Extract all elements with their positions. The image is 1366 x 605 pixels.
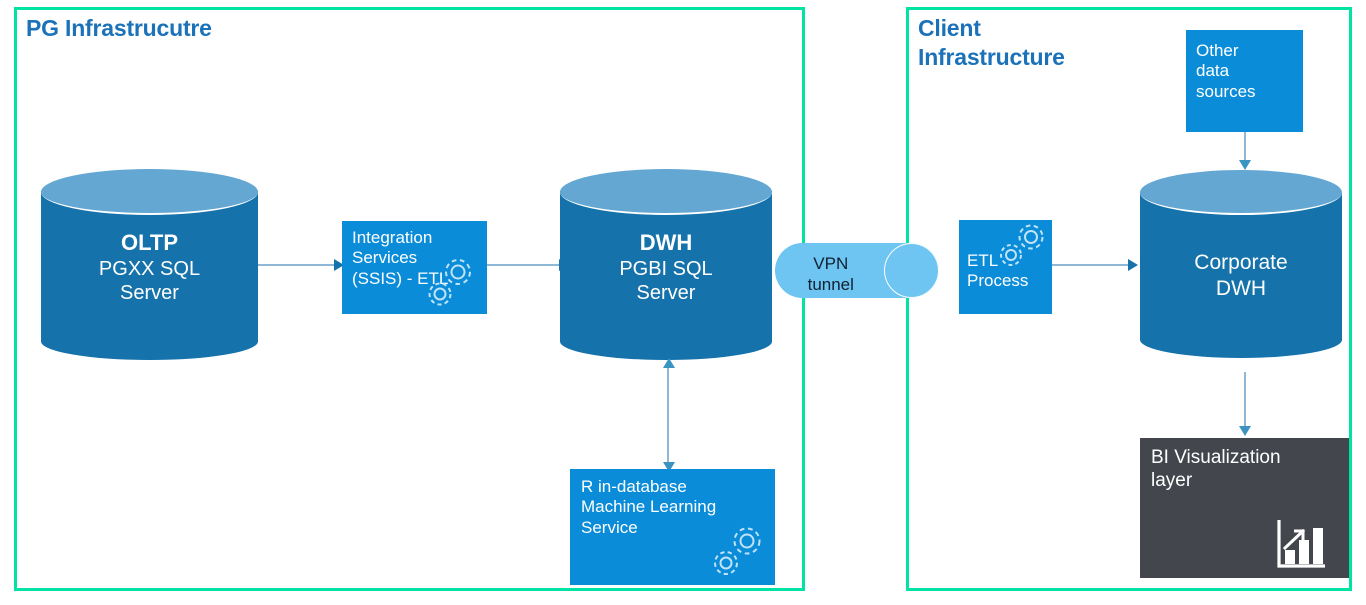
dwh-label-text: DWH PGBI SQL Server: [560, 230, 772, 306]
zone-pg-infrastructure-title: PG Infrastrucutre: [26, 15, 212, 41]
other-data-sources-label: Other data sources: [1196, 41, 1256, 101]
corporate-dwh-subtitle-text: Corporate DWH: [1194, 251, 1288, 301]
node-other-data-sources[interactable]: Other data sources: [1186, 30, 1303, 132]
gears-icon: [991, 222, 1049, 274]
diagram-canvas: PG Infrastrucutre Client Infrastructure …: [0, 0, 1366, 605]
node-r-machine-learning[interactable]: R in-database Machine Learning Service: [570, 469, 775, 585]
bi-visualization-layer-label: BI Visualization layer: [1151, 447, 1281, 491]
gears-icon: [425, 256, 483, 312]
oltp-label: OLTP PGXX SQL Server: [41, 399, 258, 475]
node-bi-visualization-layer[interactable]: BI Visualization layer: [1140, 438, 1349, 578]
node-etl-process[interactable]: ETL Process: [959, 220, 1052, 314]
dwh-title-text: DWH: [639, 230, 693, 255]
corporate-dwh-cylinder-top: [1140, 170, 1342, 215]
r-machine-learning-label: R in-database Machine Learning Service: [581, 477, 717, 537]
gears-icon: [709, 523, 769, 581]
vpn-tunnel-cap: [884, 243, 939, 298]
oltp-cylinder-top: [41, 169, 258, 215]
oltp-title: OLTP: [120, 399, 179, 424]
dwh-subtitle-text: PGBI SQL Server: [619, 257, 713, 305]
dwh-cylinder-top: [560, 169, 772, 215]
zone-client-infrastructure-title: Client Infrastructure: [918, 15, 1065, 70]
vpn-tunnel-label: VPN tunnel: [807, 254, 854, 294]
node-integration-services[interactable]: Integration Services (SSIS) - ETL: [342, 221, 487, 314]
oltp-subtitle: PGXX SQL Server: [98, 426, 201, 474]
bar-chart-trend-icon: [1275, 518, 1327, 570]
oltp-title-text: OLTP: [120, 230, 179, 255]
oltp-label-text: OLTP PGXX SQL Server: [41, 230, 258, 306]
corporate-dwh-label-text: Corporate DWH: [1140, 250, 1342, 302]
node-vpn-tunnel[interactable]: VPN tunnel: [775, 243, 939, 298]
oltp-subtitle-text: PGXX SQL Server: [98, 257, 201, 305]
